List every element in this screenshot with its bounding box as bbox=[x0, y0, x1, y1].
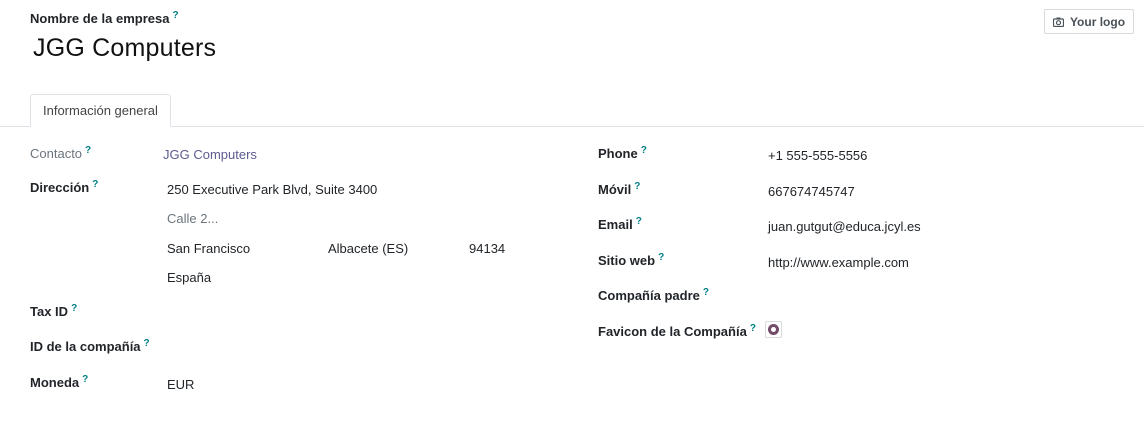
favicon-label: Favicon de la Compañía? bbox=[598, 323, 756, 339]
currency-label: Moneda? bbox=[30, 374, 89, 390]
help-tooltip-icon[interactable]: ? bbox=[634, 181, 640, 192]
parent-company-label: Compañía padre? bbox=[598, 287, 709, 303]
company-id-label: ID de la compañía? bbox=[30, 338, 150, 354]
help-tooltip-icon[interactable]: ? bbox=[641, 145, 647, 156]
help-tooltip-icon[interactable]: ? bbox=[71, 303, 77, 314]
address-label: Dirección? bbox=[30, 179, 99, 195]
help-tooltip-icon[interactable]: ? bbox=[92, 179, 98, 190]
contact-label: Contacto? bbox=[30, 145, 92, 161]
favicon-image-field[interactable] bbox=[765, 321, 782, 338]
email-field[interactable]: juan.gutgut@educa.jcyl.es bbox=[768, 219, 921, 234]
help-tooltip-icon[interactable]: ? bbox=[85, 145, 91, 156]
website-label: Sitio web? bbox=[598, 252, 665, 268]
tax-id-label: Tax ID? bbox=[30, 303, 78, 319]
favicon-circle-icon bbox=[768, 324, 779, 335]
city-field[interactable]: San Francisco bbox=[167, 241, 250, 256]
upload-logo-button[interactable]: Your logo bbox=[1044, 9, 1134, 34]
mobile-field[interactable]: 667674745747 bbox=[768, 184, 855, 199]
country-field[interactable]: España bbox=[167, 270, 211, 285]
help-tooltip-icon[interactable]: ? bbox=[82, 374, 88, 385]
state-field[interactable]: Albacete (ES) bbox=[328, 241, 408, 256]
email-label: Email? bbox=[598, 216, 642, 232]
currency-field[interactable]: EUR bbox=[167, 377, 194, 392]
company-name-label: Nombre de la empresa? bbox=[30, 10, 179, 26]
help-tooltip-icon[interactable]: ? bbox=[658, 252, 664, 263]
phone-field[interactable]: +1 555-555-5556 bbox=[768, 148, 867, 163]
mobile-label: Móvil? bbox=[598, 181, 641, 197]
contact-field[interactable]: JGG Computers bbox=[163, 147, 257, 162]
company-name-input[interactable]: JGG Computers bbox=[33, 34, 216, 63]
zip-field[interactable]: 94134 bbox=[469, 241, 505, 256]
street-field[interactable]: 250 Executive Park Blvd, Suite 3400 bbox=[167, 182, 377, 197]
upload-logo-label: Your logo bbox=[1069, 14, 1126, 29]
phone-label: Phone? bbox=[598, 145, 647, 161]
street2-field[interactable]: Calle 2... bbox=[167, 211, 218, 226]
help-tooltip-icon[interactable]: ? bbox=[172, 10, 178, 21]
help-tooltip-icon[interactable]: ? bbox=[703, 287, 709, 298]
help-tooltip-icon[interactable]: ? bbox=[636, 216, 642, 227]
website-field[interactable]: http://www.example.com bbox=[768, 255, 909, 270]
tab-label: Información general bbox=[43, 103, 158, 118]
tab-general-information[interactable]: Información general bbox=[30, 94, 171, 127]
tab-divider bbox=[0, 126, 1144, 127]
help-tooltip-icon[interactable]: ? bbox=[750, 323, 756, 334]
help-tooltip-icon[interactable]: ? bbox=[144, 338, 150, 349]
camera-icon bbox=[1052, 17, 1064, 27]
